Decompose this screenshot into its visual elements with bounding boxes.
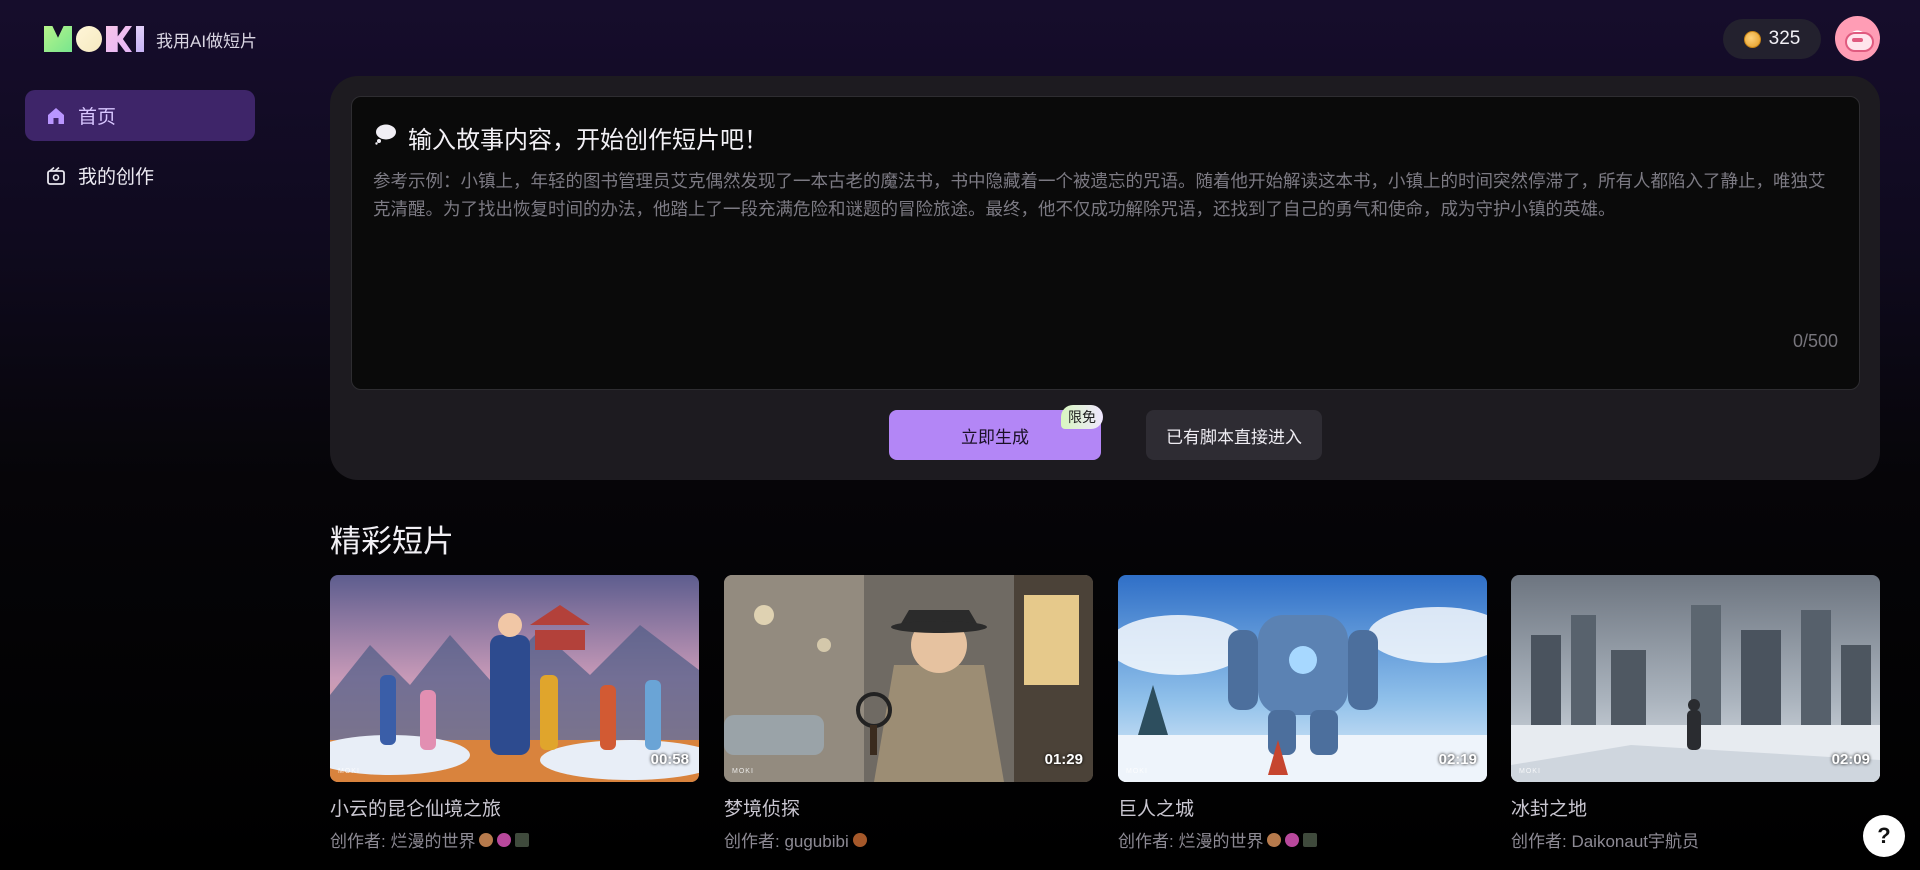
character-counter: 0/500	[1792, 331, 1838, 351]
logo-letter-k	[106, 26, 132, 52]
coin-icon	[1743, 30, 1761, 48]
composer-title-text: 输入故事内容，开始创作短片吧！	[408, 127, 768, 154]
video-thumbnail[interactable]: MOKI 01:29	[724, 575, 1093, 782]
user-avatar[interactable]	[1835, 16, 1880, 61]
tree-emoji-icon	[515, 832, 530, 847]
flower-emoji-icon	[1285, 832, 1300, 847]
video-author: 创作者: 烂漫的世界	[1118, 827, 1487, 852]
video-duration: 02:19	[1438, 751, 1477, 768]
creation-icon	[46, 166, 66, 186]
watermark-logo: MOKI	[1126, 768, 1148, 775]
speech-bubble-icon	[374, 123, 398, 152]
moki-logo-mark	[44, 24, 144, 54]
brand-tagline: 我用AI做短片	[156, 31, 258, 51]
coin-balance[interactable]: 325	[1723, 19, 1821, 59]
logo-letter-i	[136, 26, 144, 52]
free-badge: 限免	[1061, 405, 1103, 429]
composer-title: 输入故事内容，开始创作短片吧！	[374, 120, 768, 155]
cookie-emoji-icon	[1267, 832, 1282, 847]
featured-section-title: 精彩短片	[330, 524, 454, 559]
video-card[interactable]: MOKI 00:58 小云的昆仑仙境之旅 创作者: 烂漫的世界	[330, 575, 699, 852]
coin-count: 325	[1768, 28, 1801, 49]
logo-letter-m	[44, 26, 72, 52]
help-button[interactable]: ?	[1863, 815, 1905, 857]
video-duration: 00:58	[650, 751, 689, 768]
video-card[interactable]: MOKI 01:29 梦境侦探 创作者: gugubibi	[724, 575, 1093, 852]
video-duration: 02:09	[1831, 751, 1870, 768]
sidebar-item-home[interactable]: 首页	[25, 90, 255, 141]
enter-with-script-button[interactable]: 已有脚本直接进入	[1146, 410, 1322, 460]
flower-emoji-icon	[497, 832, 512, 847]
video-title: 冰封之地	[1511, 799, 1588, 820]
author-name: 创作者: Daikonaut宇航员	[1511, 832, 1699, 851]
video-card[interactable]: MOKI 02:09 冰封之地 创作者: Daikonaut宇航员	[1511, 575, 1880, 852]
video-duration: 01:29	[1044, 751, 1083, 768]
detective-scene-image	[724, 575, 1093, 782]
kunlun-scene-image	[330, 575, 699, 782]
watermark-logo: MOKI	[338, 768, 360, 775]
video-thumbnail[interactable]: MOKI 02:19	[1118, 575, 1487, 782]
watermark-logo: MOKI	[1519, 768, 1541, 775]
brand-logo[interactable]: 我用AI做短片	[44, 24, 257, 54]
watermark-logo: MOKI	[732, 768, 754, 775]
face-emoji-icon	[852, 832, 867, 847]
cookie-emoji-icon	[479, 832, 494, 847]
video-card[interactable]: MOKI 02:19 巨人之城 创作者: 烂漫的世界	[1118, 575, 1487, 852]
sidebar-item-label: 我的创作	[78, 167, 155, 188]
author-name: 创作者: 烂漫的世界	[330, 832, 476, 851]
author-name: 创作者: gugubibi	[724, 832, 849, 851]
story-input[interactable]: 输入故事内容，开始创作短片吧！ 参考示例：小镇上，年轻的图书管理员艾克偶然发现了…	[351, 96, 1860, 390]
author-name: 创作者: 烂漫的世界	[1118, 832, 1264, 851]
sidebar-item-label: 首页	[78, 107, 117, 128]
video-title: 巨人之城	[1118, 799, 1195, 820]
video-title: 梦境侦探	[724, 799, 801, 820]
sidebar-item-my-creations[interactable]: 我的创作	[25, 150, 255, 201]
tree-emoji-icon	[1303, 832, 1318, 847]
video-thumbnail[interactable]: MOKI 00:58	[330, 575, 699, 782]
video-title: 小云的昆仑仙境之旅	[330, 799, 502, 820]
home-icon	[46, 106, 66, 126]
story-composer-panel: 输入故事内容，开始创作短片吧！ 参考示例：小镇上，年轻的图书管理员艾克偶然发现了…	[330, 76, 1880, 480]
video-author: 创作者: 烂漫的世界	[330, 827, 699, 852]
giant-robot-scene-image	[1118, 575, 1487, 782]
video-thumbnail[interactable]: MOKI 02:09	[1511, 575, 1880, 782]
frozen-city-scene-image	[1511, 575, 1880, 782]
video-author: 创作者: gugubibi	[724, 827, 1093, 852]
logo-letter-o	[76, 26, 102, 52]
video-author: 创作者: Daikonaut宇航员	[1511, 827, 1880, 852]
story-placeholder: 参考示例：小镇上，年轻的图书管理员艾克偶然发现了一本古老的魔法书，书中隐藏着一个…	[373, 171, 1826, 219]
